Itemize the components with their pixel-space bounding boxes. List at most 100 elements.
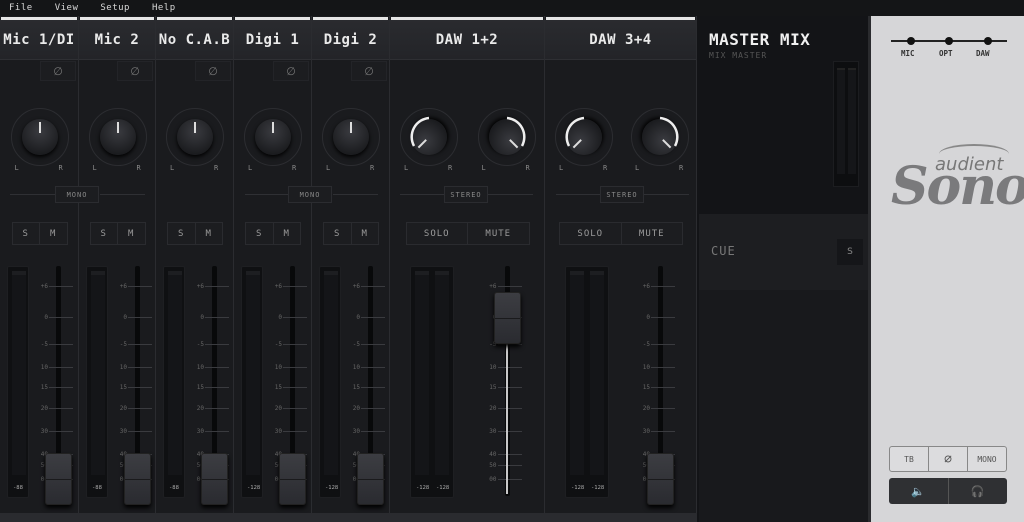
fader-scale-label: 10 (119, 364, 127, 371)
level-meter: -88 (163, 266, 185, 498)
channel-header[interactable]: Mic 1/DI (0, 20, 78, 60)
channel-header[interactable]: Digi 2 (312, 20, 389, 60)
phase-invert-button[interactable]: ∅ (195, 61, 231, 81)
speaker-output-button[interactable]: 🔈 (889, 478, 948, 504)
mute-button[interactable]: M (194, 223, 223, 244)
routing-dot-opt[interactable] (945, 37, 953, 45)
channel-strip: No C.A.B∅LRSM-88+60-510152030405000 (156, 16, 234, 513)
knob-pointer (272, 122, 274, 133)
channel-header[interactable]: DAW 1+2 (390, 20, 544, 60)
talkback-button[interactable]: TB (890, 447, 928, 471)
solo-button[interactable]: S (13, 223, 40, 244)
pan-left-label: L (326, 164, 331, 172)
solo-mute-group: SM (167, 222, 223, 245)
side-panel: MIC OPT DAW audient Sono TB ∅ MONO 🔈 🎧 (868, 16, 1024, 522)
mute-button[interactable]: M (117, 223, 145, 244)
phase-invert-button[interactable]: ∅ (351, 61, 387, 81)
fader-scale-tick (205, 344, 229, 345)
stereo-link-button[interactable]: STEREO (444, 186, 488, 203)
menu-setup[interactable]: Setup (100, 3, 130, 13)
fader-scale-label: 30 (119, 428, 127, 435)
menu-view[interactable]: View (55, 3, 79, 13)
fader-scale-label: 20 (40, 405, 48, 412)
fader-scale-tick (205, 408, 229, 409)
fader-scale-label: 15 (489, 384, 497, 391)
channel-header[interactable]: Digi 1 (234, 20, 311, 60)
knob-cap (21, 119, 58, 155)
headphone-output-button[interactable]: 🎧 (947, 478, 1008, 504)
channel-strip: DAW 3+4 L R L R SOLO MUTE -128 -128 +6 0 -5 10 15 20 30… (545, 16, 697, 513)
channel-name: Digi 2 (323, 31, 378, 48)
fader-scale-tick (497, 367, 522, 368)
routing-dot-mic[interactable] (907, 37, 915, 45)
fader-scale-tick (128, 408, 152, 409)
mute-button[interactable]: M (39, 223, 67, 244)
fader-handle[interactable] (493, 292, 521, 344)
solo-button[interactable]: SOLO (560, 223, 621, 244)
level-meter-bar (415, 271, 429, 475)
pan-knob[interactable] (631, 108, 689, 166)
solo-button[interactable]: S (246, 223, 273, 244)
channel-header[interactable]: No C.A.B (156, 20, 233, 60)
fader-scale-tick (49, 408, 73, 409)
pan-knob[interactable] (322, 108, 380, 166)
fader-scale-label: 00 (489, 476, 497, 483)
fader-handle[interactable] (124, 453, 151, 505)
mono-link-button[interactable]: MONO (55, 186, 99, 203)
fader-scale-tick (283, 431, 307, 432)
fader-handle[interactable] (45, 453, 72, 505)
stereo-link-button[interactable]: STEREO (600, 186, 644, 203)
routing-dot-daw[interactable] (984, 37, 992, 45)
solo-button[interactable]: S (91, 223, 118, 244)
mono-link-button[interactable]: MONO (288, 186, 332, 203)
pan-knob[interactable] (88, 108, 147, 166)
fader-handle[interactable] (201, 453, 228, 505)
fader-handle[interactable] (279, 453, 306, 505)
fader-handle[interactable] (647, 453, 674, 505)
pan-knob[interactable] (244, 108, 302, 166)
routing-selector[interactable] (891, 37, 1007, 45)
mono-button[interactable]: MONO (967, 447, 1006, 471)
meter-peak-value: -88 (13, 485, 23, 491)
mute-button[interactable]: M (350, 223, 379, 244)
channel-strip: Digi 2∅LRSM-128+60-510152030405000 (312, 16, 390, 513)
mute-button[interactable]: M (272, 223, 301, 244)
pan-knob[interactable] (477, 108, 536, 166)
routing-label-daw: DAW (976, 49, 990, 58)
master-title: MASTER MIX (709, 30, 811, 49)
level-meter-bar (91, 271, 105, 475)
mute-button[interactable]: MUTE (620, 223, 683, 244)
pan-knob[interactable] (166, 108, 224, 166)
knob-cap (177, 119, 213, 155)
mute-button[interactable]: MUTE (467, 223, 529, 244)
solo-button[interactable]: SOLO (407, 223, 468, 244)
phase-invert-button[interactable]: ∅ (40, 61, 76, 81)
fader-scale-label: 30 (40, 428, 48, 435)
fader-scale-label: 15 (352, 384, 360, 391)
fader-scale-label: 20 (196, 405, 204, 412)
phase-invert-button[interactable]: ∅ (928, 447, 967, 471)
pan-arc (506, 116, 526, 147)
pan-knob[interactable] (555, 108, 613, 166)
channel-header[interactable]: Mic 2 (79, 20, 155, 60)
fader-scale-label: -5 (119, 341, 127, 348)
solo-button[interactable]: S (168, 223, 195, 244)
horizontal-scrollbar[interactable] (0, 513, 697, 522)
fader-handle[interactable] (357, 453, 384, 505)
phase-invert-button[interactable]: ∅ (273, 61, 309, 81)
cue-solo-button[interactable]: S (837, 239, 863, 265)
fader-scale-tick (49, 387, 73, 388)
fader-scale-label: +6 (352, 283, 360, 290)
pan-knob[interactable] (400, 108, 458, 166)
meter-peak-value: -128 (247, 485, 261, 491)
pan-right-label: R (448, 164, 453, 172)
menu-file[interactable]: File (9, 3, 33, 13)
menu-help[interactable]: Help (152, 3, 176, 13)
phase-invert-button[interactable]: ∅ (117, 61, 153, 81)
fader-scale-label: 15 (642, 384, 650, 391)
pan-knob[interactable] (10, 108, 69, 166)
fader-scale-label: -5 (274, 341, 282, 348)
channel-header[interactable]: DAW 3+4 (545, 20, 696, 60)
pan-arc (659, 116, 679, 147)
solo-button[interactable]: S (324, 223, 351, 244)
